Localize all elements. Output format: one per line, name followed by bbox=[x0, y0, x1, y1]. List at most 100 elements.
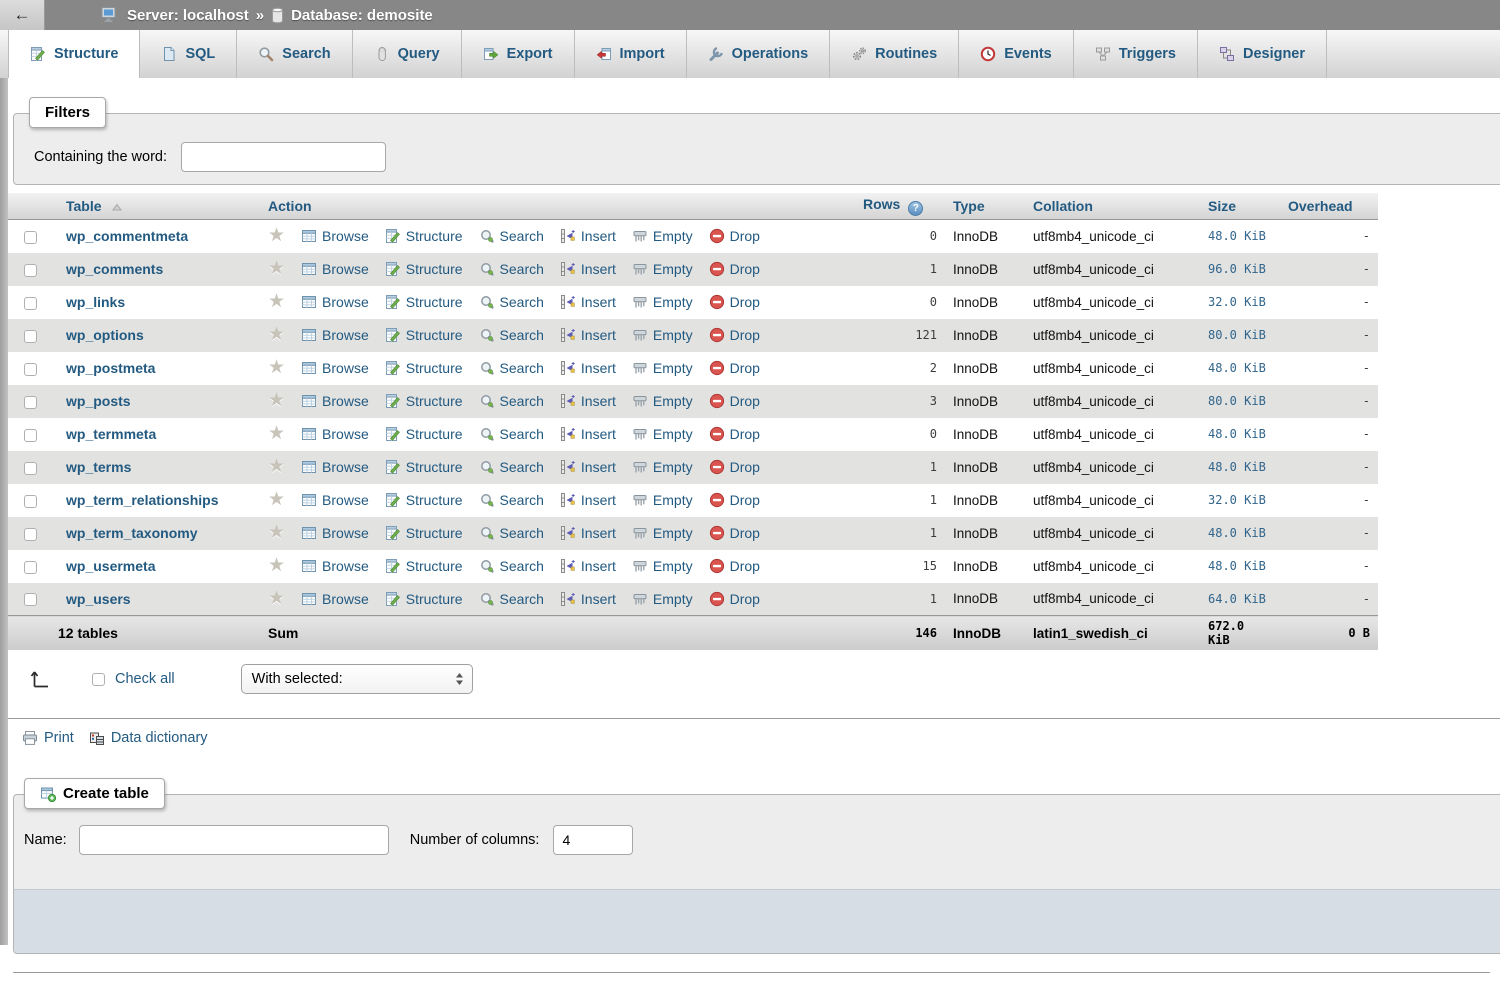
empty-link[interactable]: Empty bbox=[632, 228, 693, 244]
search-link[interactable]: Search bbox=[479, 426, 544, 442]
drop-link[interactable]: Drop bbox=[709, 591, 760, 607]
drop-link[interactable]: Drop bbox=[709, 261, 760, 277]
search-link[interactable]: Search bbox=[479, 294, 544, 310]
search-link[interactable]: Search bbox=[479, 558, 544, 574]
browse-link[interactable]: Browse bbox=[301, 261, 369, 277]
header-table[interactable]: Table bbox=[58, 193, 260, 220]
check-all-checkbox[interactable] bbox=[92, 673, 105, 686]
tab-sql[interactable]: SQL bbox=[140, 30, 237, 78]
empty-link[interactable]: Empty bbox=[632, 327, 693, 343]
header-collation[interactable]: Collation bbox=[1025, 193, 1200, 220]
drop-link[interactable]: Drop bbox=[709, 558, 760, 574]
favorite-star-icon[interactable]: ★ bbox=[268, 426, 285, 442]
drop-link[interactable]: Drop bbox=[709, 228, 760, 244]
drop-link[interactable]: Drop bbox=[709, 294, 760, 310]
empty-link[interactable]: Empty bbox=[632, 393, 693, 409]
structure-link[interactable]: Structure bbox=[385, 393, 463, 409]
favorite-star-icon[interactable]: ★ bbox=[268, 228, 285, 244]
empty-link[interactable]: Empty bbox=[632, 261, 693, 277]
browse-link[interactable]: Browse bbox=[301, 492, 369, 508]
insert-link[interactable]: Insert bbox=[560, 228, 616, 244]
empty-link[interactable]: Empty bbox=[632, 459, 693, 475]
table-name-link[interactable]: wp_term_relationships bbox=[66, 492, 219, 508]
browse-link[interactable]: Browse bbox=[301, 459, 369, 475]
structure-link[interactable]: Structure bbox=[385, 426, 463, 442]
search-link[interactable]: Search bbox=[479, 525, 544, 541]
structure-link[interactable]: Structure bbox=[385, 228, 463, 244]
search-link[interactable]: Search bbox=[479, 327, 544, 343]
favorite-star-icon[interactable]: ★ bbox=[268, 525, 285, 541]
row-checkbox[interactable] bbox=[24, 593, 37, 606]
table-name-link[interactable]: wp_termmeta bbox=[66, 426, 156, 442]
tab-triggers[interactable]: Triggers bbox=[1074, 30, 1198, 78]
header-overhead[interactable]: Overhead bbox=[1280, 193, 1378, 220]
back-button[interactable]: ← bbox=[0, 0, 45, 30]
table-name-link[interactable]: wp_commentmeta bbox=[66, 228, 188, 244]
table-name-link[interactable]: wp_terms bbox=[66, 459, 131, 475]
structure-link[interactable]: Structure bbox=[385, 558, 463, 574]
drop-link[interactable]: Drop bbox=[709, 459, 760, 475]
browse-link[interactable]: Browse bbox=[301, 558, 369, 574]
favorite-star-icon[interactable]: ★ bbox=[268, 558, 285, 574]
structure-link[interactable]: Structure bbox=[385, 360, 463, 376]
drop-link[interactable]: Drop bbox=[709, 393, 760, 409]
browse-link[interactable]: Browse bbox=[301, 360, 369, 376]
tab-structure[interactable]: Structure bbox=[8, 30, 140, 78]
browse-link[interactable]: Browse bbox=[301, 591, 369, 607]
favorite-star-icon[interactable]: ★ bbox=[268, 459, 285, 475]
drop-link[interactable]: Drop bbox=[709, 426, 760, 442]
columns-count-input[interactable] bbox=[553, 825, 633, 855]
search-link[interactable]: Search bbox=[479, 591, 544, 607]
search-link[interactable]: Search bbox=[479, 393, 544, 409]
favorite-star-icon[interactable]: ★ bbox=[268, 327, 285, 343]
empty-link[interactable]: Empty bbox=[632, 426, 693, 442]
empty-link[interactable]: Empty bbox=[632, 294, 693, 310]
empty-link[interactable]: Empty bbox=[632, 360, 693, 376]
table-name-link[interactable]: wp_usermeta bbox=[66, 558, 155, 574]
table-name-link[interactable]: wp_options bbox=[66, 327, 144, 343]
search-link[interactable]: Search bbox=[479, 459, 544, 475]
empty-link[interactable]: Empty bbox=[632, 525, 693, 541]
structure-link[interactable]: Structure bbox=[385, 327, 463, 343]
favorite-star-icon[interactable]: ★ bbox=[268, 261, 285, 277]
row-checkbox[interactable] bbox=[24, 462, 37, 475]
help-icon[interactable]: ? bbox=[908, 201, 923, 216]
row-checkbox[interactable] bbox=[24, 429, 37, 442]
browse-link[interactable]: Browse bbox=[301, 525, 369, 541]
empty-link[interactable]: Empty bbox=[632, 558, 693, 574]
insert-link[interactable]: Insert bbox=[560, 261, 616, 277]
row-checkbox[interactable] bbox=[24, 561, 37, 574]
row-checkbox[interactable] bbox=[24, 396, 37, 409]
row-checkbox[interactable] bbox=[24, 231, 37, 244]
filter-word-input[interactable] bbox=[181, 142, 386, 172]
row-checkbox[interactable] bbox=[24, 528, 37, 541]
table-name-link[interactable]: wp_users bbox=[66, 591, 131, 607]
insert-link[interactable]: Insert bbox=[560, 558, 616, 574]
tab-import[interactable]: Import bbox=[575, 30, 687, 78]
tab-export[interactable]: Export bbox=[462, 30, 575, 78]
favorite-star-icon[interactable]: ★ bbox=[268, 360, 285, 376]
server-breadcrumb-link[interactable]: Server: localhost bbox=[127, 7, 249, 24]
table-name-link[interactable]: wp_term_taxonomy bbox=[66, 525, 197, 541]
empty-link[interactable]: Empty bbox=[632, 591, 693, 607]
drop-link[interactable]: Drop bbox=[709, 360, 760, 376]
header-rows[interactable]: Rows? bbox=[855, 193, 945, 220]
insert-link[interactable]: Insert bbox=[560, 492, 616, 508]
with-selected-select[interactable]: With selected: bbox=[241, 664, 473, 694]
data-dictionary-link[interactable]: Data dictionary bbox=[89, 730, 208, 746]
insert-link[interactable]: Insert bbox=[560, 459, 616, 475]
structure-link[interactable]: Structure bbox=[385, 459, 463, 475]
browse-link[interactable]: Browse bbox=[301, 294, 369, 310]
table-name-link[interactable]: wp_postmeta bbox=[66, 360, 155, 376]
insert-link[interactable]: Insert bbox=[560, 591, 616, 607]
browse-link[interactable]: Browse bbox=[301, 393, 369, 409]
structure-link[interactable]: Structure bbox=[385, 492, 463, 508]
search-link[interactable]: Search bbox=[479, 360, 544, 376]
favorite-star-icon[interactable]: ★ bbox=[268, 591, 285, 607]
structure-link[interactable]: Structure bbox=[385, 261, 463, 277]
table-name-link[interactable]: wp_posts bbox=[66, 393, 131, 409]
row-checkbox[interactable] bbox=[24, 297, 37, 310]
structure-link[interactable]: Structure bbox=[385, 525, 463, 541]
header-size[interactable]: Size bbox=[1200, 193, 1280, 220]
tab-routines[interactable]: Routines bbox=[830, 30, 959, 78]
